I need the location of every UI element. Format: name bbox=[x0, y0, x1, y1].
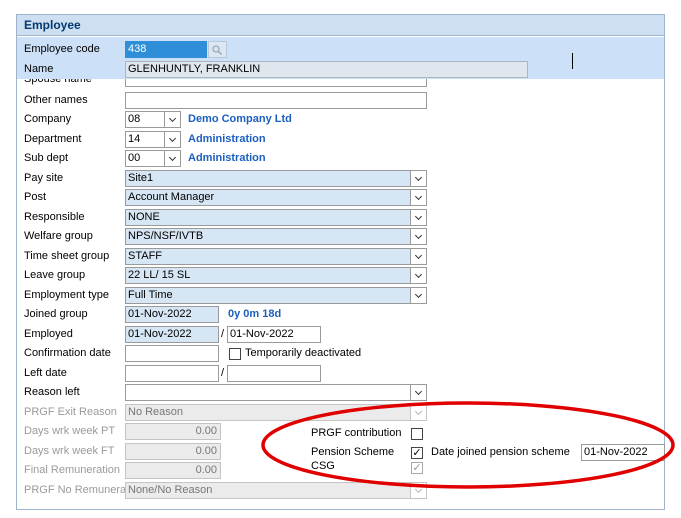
pension-scheme-checkbox[interactable]: ✓ bbox=[411, 447, 423, 459]
employee-header: Employee code 438 Name GLENHUNTLY, FRANK… bbox=[17, 37, 664, 79]
days-wrk-week-ft-label: Days wrk week FT bbox=[24, 445, 115, 457]
time-sheet-group-select[interactable]: STAFF bbox=[125, 248, 427, 265]
sub-dept-code: 00 bbox=[128, 152, 141, 164]
welfare-group-label: Welfare group bbox=[24, 230, 93, 242]
department-code: 14 bbox=[128, 133, 141, 145]
chevron-down-icon[interactable] bbox=[410, 171, 426, 186]
temporarily-deactivated-label: Temporarily deactivated bbox=[245, 347, 362, 359]
spouse-name-field[interactable] bbox=[125, 79, 427, 87]
magnifier-icon[interactable] bbox=[208, 41, 227, 58]
post-label: Post bbox=[24, 191, 47, 203]
prgf-exit-reason-select: No Reason bbox=[125, 404, 427, 421]
prgf-no-remunera-label: PRGF No Remunera bbox=[24, 484, 127, 496]
pay-site-value: Site1 bbox=[128, 172, 154, 184]
department-description: Administration bbox=[188, 133, 266, 145]
employed-separator: / bbox=[221, 328, 225, 340]
welfare-group-select[interactable]: NPS/NSF/IVTB bbox=[125, 228, 427, 245]
reason-left-label: Reason left bbox=[24, 386, 80, 398]
prgf-contribution-checkbox[interactable] bbox=[411, 428, 423, 440]
post-select[interactable]: Account Manager bbox=[125, 189, 427, 206]
department-select[interactable]: 14 bbox=[125, 131, 181, 148]
sub-dept-select[interactable]: 00 bbox=[125, 150, 181, 167]
chevron-down-icon[interactable] bbox=[410, 249, 426, 264]
sub-dept-label: Sub dept bbox=[24, 152, 69, 164]
employed-field-2[interactable]: 01-Nov-2022 bbox=[227, 326, 321, 343]
spouse-name-row: Spouse name bbox=[17, 79, 664, 88]
company-description: Demo Company Ltd bbox=[188, 113, 292, 125]
employment-type-value: Full Time bbox=[128, 289, 173, 301]
final-remuneration-label: Final Remuneration bbox=[24, 464, 120, 476]
chevron-down-icon[interactable] bbox=[410, 229, 426, 244]
days-wrk-week-pt-label: Days wrk week PT bbox=[24, 425, 116, 437]
pay-site-label: Pay site bbox=[24, 172, 64, 184]
prgf-no-remunera-select: None/No Reason bbox=[125, 482, 427, 499]
name-label: Name bbox=[24, 63, 54, 75]
left-date-field[interactable] bbox=[125, 365, 219, 382]
employment-type-select[interactable]: Full Time bbox=[125, 287, 427, 304]
employment-type-label: Employment type bbox=[24, 289, 109, 301]
welfare-group-value: NPS/NSF/IVTB bbox=[128, 230, 204, 242]
joined-group-duration: 0y 0m 18d bbox=[228, 308, 282, 320]
company-select[interactable]: 08 bbox=[125, 111, 181, 128]
leave-group-select[interactable]: 22 LL/ 15 SL bbox=[125, 267, 427, 284]
chevron-down-icon[interactable] bbox=[410, 210, 426, 225]
post-value: Account Manager bbox=[128, 191, 215, 203]
responsible-select[interactable]: NONE bbox=[125, 209, 427, 226]
joined-group-field[interactable]: 01-Nov-2022 bbox=[125, 306, 219, 323]
temporarily-deactivated-checkbox[interactable] bbox=[229, 348, 241, 360]
leave-group-label: Leave group bbox=[24, 269, 86, 281]
left-date-label: Left date bbox=[24, 367, 67, 379]
chevron-down-icon[interactable] bbox=[410, 268, 426, 283]
responsible-label: Responsible bbox=[24, 211, 85, 223]
chevron-down-icon[interactable] bbox=[410, 385, 426, 400]
days-wrk-week-pt-field: 0.00 bbox=[125, 423, 221, 440]
left-date-field-2[interactable] bbox=[227, 365, 321, 382]
prgf-contribution-label: PRGF contribution bbox=[311, 427, 402, 439]
confirmation-date-label: Confirmation date bbox=[24, 347, 111, 359]
csg-label: CSG bbox=[311, 460, 335, 472]
chevron-down-icon[interactable] bbox=[410, 288, 426, 303]
department-label: Department bbox=[24, 133, 82, 145]
employee-code-label: Employee code bbox=[24, 43, 100, 55]
other-names-label: Other names bbox=[24, 94, 88, 106]
days-wrk-week-ft-field: 0.00 bbox=[125, 443, 221, 460]
employee-code-field[interactable]: 438 bbox=[125, 41, 207, 58]
other-names-field[interactable] bbox=[125, 92, 427, 109]
prgf-exit-reason-value: No Reason bbox=[128, 406, 184, 418]
prgf-exit-reason-label: PRGF Exit Reason bbox=[24, 406, 117, 418]
employed-field[interactable]: 01-Nov-2022 bbox=[125, 326, 219, 343]
text-cursor bbox=[572, 53, 573, 69]
company-label: Company bbox=[24, 113, 72, 125]
joined-group-label: Joined group bbox=[24, 308, 88, 320]
pay-site-select[interactable]: Site1 bbox=[125, 170, 427, 187]
leave-group-value: 22 LL/ 15 SL bbox=[128, 269, 191, 281]
prgf-no-remunera-value: None/No Reason bbox=[128, 484, 213, 496]
chevron-down-icon[interactable] bbox=[164, 151, 180, 166]
chevron-down-icon[interactable] bbox=[164, 132, 180, 147]
employed-label: Employed bbox=[24, 328, 73, 340]
spouse-name-label: Spouse name bbox=[24, 79, 92, 85]
chevron-down-icon bbox=[410, 483, 426, 498]
time-sheet-group-value: STAFF bbox=[128, 250, 163, 262]
window-title: Employee bbox=[17, 15, 664, 36]
date-joined-pension-label: Date joined pension scheme bbox=[431, 446, 570, 458]
reason-left-select[interactable] bbox=[125, 384, 427, 401]
responsible-value: NONE bbox=[128, 211, 160, 223]
date-joined-pension-field[interactable]: 01-Nov-2022 bbox=[581, 444, 665, 461]
left-date-separator: / bbox=[221, 367, 225, 379]
name-field[interactable]: GLENHUNTLY, FRANKLIN bbox=[125, 61, 528, 78]
csg-checkbox[interactable]: ✓ bbox=[411, 462, 423, 474]
employee-window: Employee Employee code 438 Name GLENHUNT… bbox=[16, 14, 665, 510]
chevron-down-icon[interactable] bbox=[410, 190, 426, 205]
final-remuneration-field: 0.00 bbox=[125, 462, 221, 479]
sub-dept-description: Administration bbox=[188, 152, 266, 164]
confirmation-date-field[interactable] bbox=[125, 345, 219, 362]
time-sheet-group-label: Time sheet group bbox=[24, 250, 110, 262]
chevron-down-icon[interactable] bbox=[164, 112, 180, 127]
company-code: 08 bbox=[128, 113, 141, 125]
chevron-down-icon bbox=[410, 405, 426, 420]
